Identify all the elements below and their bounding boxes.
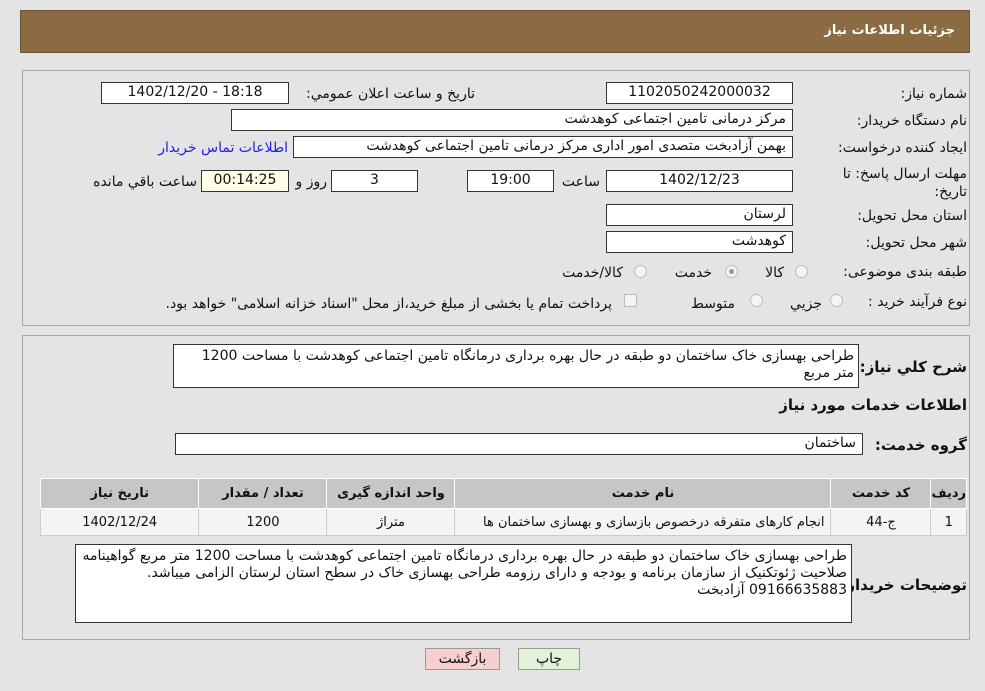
col-code: کد خدمت [830, 478, 932, 509]
buyer-notes-label: توضیحات خریدار: [840, 576, 967, 594]
remaining-time-field: 00:14:25 [201, 170, 289, 192]
remaining-label: ساعت باقي مانده [93, 174, 197, 190]
process-small-label: جزیي [790, 296, 822, 312]
process-medium-label: متوسط [691, 296, 735, 312]
col-row: ردیف [930, 478, 967, 509]
province-field: لرستان [606, 204, 793, 226]
service-group-label: گروه خدمت: [874, 436, 967, 454]
payment-note: پرداخت تمام یا بخشی از مبلغ خرید،از محل … [165, 296, 612, 312]
services-title: اطلاعات خدمات مورد نیاز [779, 396, 967, 414]
buyer-org-field: مرکز درمانی تامین اجتماعی کوهدشت [231, 109, 793, 131]
cell-name: انجام کارهای متفرقه درخصوص بازسازی و بهس… [454, 508, 832, 536]
deadline-time-field: 19:00 [467, 170, 554, 192]
cell-date: 1402/12/24 [39, 508, 200, 536]
col-unit: واحد اندازه گیری [326, 478, 456, 509]
col-qty: تعداد / مقدار [198, 478, 328, 509]
deadline-label: مهلت ارسال پاسخ: تا تاریخ: [842, 166, 967, 200]
page-header: جزئیات اطلاعات نیاز [20, 10, 970, 53]
cell-unit: متراژ [326, 508, 456, 536]
category-service-label: خدمت [674, 265, 712, 281]
col-name: نام خدمت [454, 478, 832, 509]
time-label: ساعت [561, 174, 600, 190]
process-radio-medium[interactable] [750, 294, 763, 307]
days-label: روز و [295, 174, 328, 190]
category-goods-label: کالا [765, 265, 784, 281]
buyer-org-label: نام دستگاه خریدار: [856, 113, 967, 129]
category-goods-service-label: کالا/خدمت [562, 265, 623, 281]
print-button[interactable]: چاپ [518, 648, 580, 670]
buyer-notes-textarea[interactable]: طراحی بهسازی خاک ساختمان دو طبقه در حال … [75, 544, 852, 623]
service-group-field: ساختمان [175, 433, 863, 455]
announce-field: 1402/12/20 - 18:18 [101, 82, 289, 104]
summary-textarea[interactable]: طراحی بهسازی خاک ساختمان دو طبقه در حال … [173, 344, 859, 388]
need-number-field: 1102050242000032 [606, 82, 793, 104]
need-number-label: شماره نیاز: [900, 86, 968, 102]
category-radio-goods-service[interactable] [634, 265, 647, 278]
process-radio-small[interactable] [830, 294, 843, 307]
deadline-date-field: 1402/12/23 [606, 170, 793, 192]
process-label: نوع فرآیند خرید : [868, 294, 967, 310]
services-table: ردیف کد خدمت نام خدمت واحد اندازه گیری ت… [39, 478, 967, 536]
cell-row: 1 [930, 508, 967, 536]
creator-field: بهمن آزادبخت متصدی امور اداری مرکز درمان… [293, 136, 793, 158]
cell-code: ج-44 [830, 508, 932, 536]
payment-checkbox[interactable] [624, 294, 637, 307]
col-date: تاریخ نیاز [39, 478, 200, 509]
days-field: 3 [331, 170, 418, 192]
category-radio-goods[interactable] [795, 265, 808, 278]
city-label: شهر محل تحویل: [865, 235, 967, 251]
category-label: طبقه بندی موضوعی: [843, 264, 967, 280]
cell-qty: 1200 [198, 508, 328, 536]
table-header-row: ردیف کد خدمت نام خدمت واحد اندازه گیری ت… [39, 478, 967, 509]
buyer-contact-link[interactable]: اطلاعات تماس خریدار [158, 140, 288, 156]
province-label: استان محل تحویل: [857, 208, 967, 224]
back-button[interactable]: بازگشت [425, 648, 500, 670]
announce-label: تاریخ و ساعت اعلان عمومي: [306, 86, 475, 102]
page-title: جزئیات اطلاعات نیاز [824, 23, 955, 38]
creator-label: ایجاد کننده درخواست: [838, 140, 967, 156]
summary-label: شرح کلي نیاز: [859, 358, 967, 376]
category-radio-service[interactable] [725, 265, 738, 278]
table-row: 1 ج-44 انجام کارهای متفرقه درخصوص بازساز… [39, 508, 967, 536]
city-field: کوهدشت [606, 231, 793, 253]
